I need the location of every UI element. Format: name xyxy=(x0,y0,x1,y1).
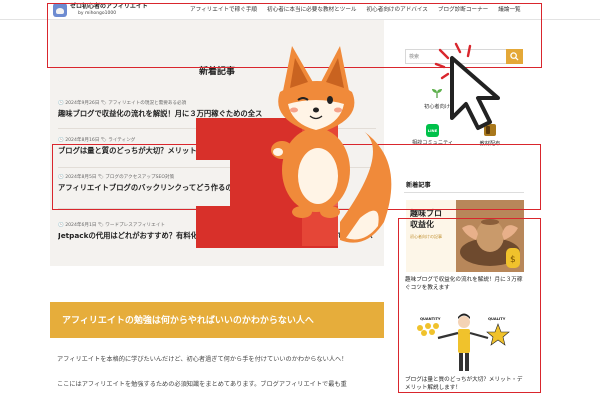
sprout-icon xyxy=(432,89,442,98)
article-date: 2024年8月16日 xyxy=(65,138,100,143)
body-paragraph: アフィリエイトを本格的に学びたいんだけど、初心者過ぎて何から手を付けていいのかわ… xyxy=(57,356,348,363)
divider xyxy=(58,128,376,129)
article-category[interactable]: ライティング xyxy=(108,138,135,143)
highlight-box-sidebar xyxy=(398,218,541,393)
article-date: 2024年9月26日 xyxy=(65,101,100,106)
thumbnail-text: 趣味ブロ xyxy=(410,209,442,218)
article-item[interactable]: 🕒 2024年9月26日 🏷 アフィリエイトの現況と需要ある必須 趣味ブログで収… xyxy=(58,100,376,119)
section-banner: アフィリエイトの勉強は何からやればいいのかわからない人へ xyxy=(50,302,384,338)
book-icon xyxy=(484,124,496,136)
article-title[interactable]: 趣味ブログで収益化の流れを解説！月に３万円稼ぐための全ス xyxy=(58,109,376,119)
category-community[interactable]: LINE 相談コミュニティ xyxy=(405,124,460,146)
line-icon: LINE xyxy=(426,124,439,137)
highlight-box-header xyxy=(47,3,542,68)
body-paragraph: ここにはアフィリエイトを勉強するための必須知識をまとめてあります。ブログアフィリ… xyxy=(57,381,347,388)
category-label: 初心者向け xyxy=(424,104,450,110)
highlight-box-article xyxy=(52,144,541,210)
article-date: 2024年6月1日 xyxy=(65,223,97,228)
category-beginner[interactable]: 初心者向け xyxy=(412,84,462,110)
article-title[interactable]: Jetpackの代用はどれがおすすめ？有料化しないとサイト統計情報を見られなくな… xyxy=(58,231,376,241)
article-item[interactable]: 🕒 2024年6月1日 🏷 ワードプレスアフィリエイト Jetpackの代用はど… xyxy=(58,222,376,241)
article-category[interactable]: ワードプレスアフィリエイト xyxy=(105,223,165,228)
article-category[interactable]: アフィリエイトの現況と需要ある必須 xyxy=(108,101,186,106)
